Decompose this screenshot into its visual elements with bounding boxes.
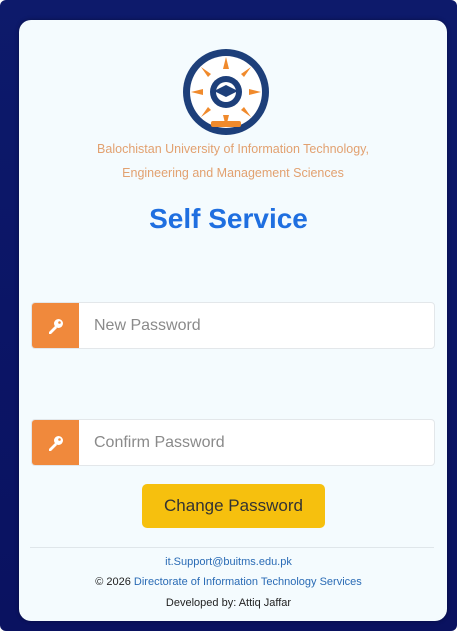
support-email-link[interactable]: it.Support@buitms.edu.pk xyxy=(165,556,292,568)
key-icon xyxy=(32,303,79,348)
developer-credit: Developed by: Attiq Jaffar xyxy=(165,597,292,609)
university-name-line2: Engineering and Management Sciences xyxy=(122,166,344,180)
footer-email-row: it.Support@buitms.edu.pk xyxy=(0,556,457,568)
key-icon xyxy=(32,420,79,465)
page-frame: Balochistan University of Information Te… xyxy=(0,0,457,631)
copyright-text: © 2026 xyxy=(95,576,134,588)
page-title: Self Service xyxy=(149,203,308,234)
new-password-input[interactable] xyxy=(79,303,419,348)
footer-divider xyxy=(30,547,434,548)
university-name: Balochistan University of Information Te… xyxy=(40,137,426,185)
confirm-password-input[interactable] xyxy=(79,420,419,465)
footer-copyright: © 2026 Directorate of Information Techno… xyxy=(0,576,457,588)
new-password-field xyxy=(31,302,435,349)
university-name-line1: Balochistan University of Information Te… xyxy=(97,142,369,156)
change-password-button[interactable]: Change Password xyxy=(142,484,325,528)
university-logo xyxy=(183,49,269,135)
directorate-link[interactable]: Directorate of Information Technology Se… xyxy=(134,576,362,588)
confirm-password-field xyxy=(31,419,435,466)
